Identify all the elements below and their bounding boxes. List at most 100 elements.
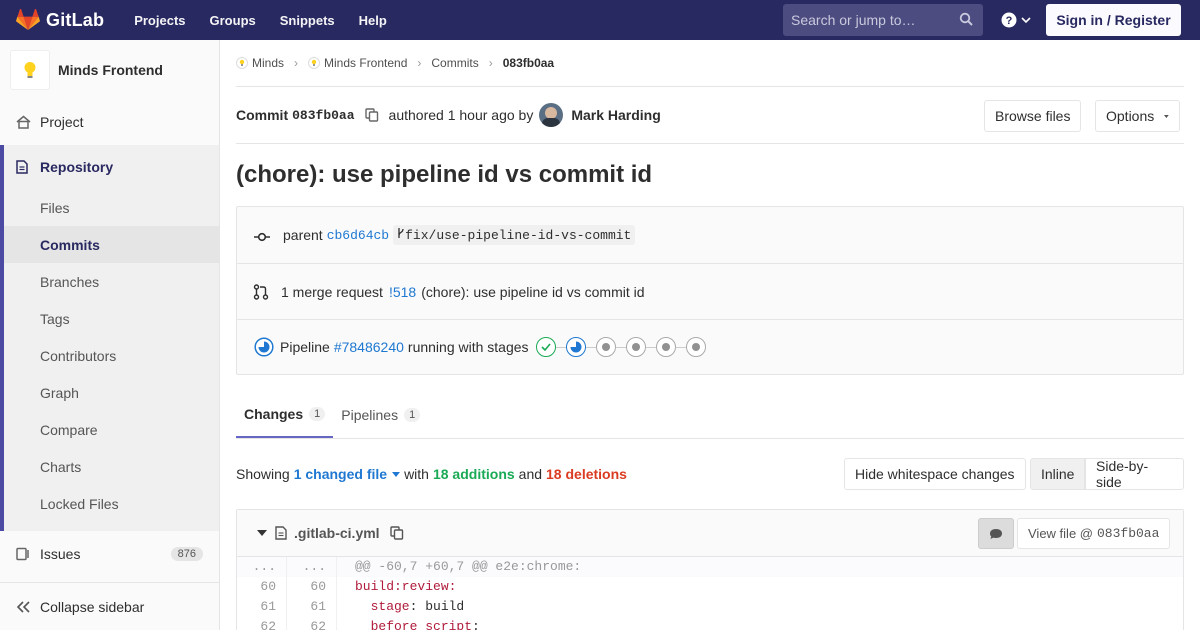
commit-tabs: Changes 1 Pipelines 1 bbox=[236, 375, 1184, 439]
copy-icon[interactable] bbox=[364, 108, 379, 122]
deletions-count: 18 deletions bbox=[546, 466, 627, 482]
hide-whitespace-button[interactable]: Hide whitespace changes bbox=[844, 458, 1026, 490]
collapse-caret-icon[interactable] bbox=[257, 530, 267, 536]
side-by-side-button[interactable]: Side-by-side bbox=[1085, 458, 1184, 490]
branch-ref[interactable]: fix/use-pipeline-id-vs-commit bbox=[393, 225, 636, 245]
hunk-header: @@ -60,7 +60,7 @@ e2e:chrome: bbox=[355, 559, 582, 574]
gitlab-logo[interactable]: GitLab bbox=[16, 9, 104, 31]
old-line-number[interactable]: 60 bbox=[237, 577, 287, 597]
breadcrumb-minds[interactable]: Minds bbox=[252, 56, 284, 70]
changed-files-dropdown[interactable]: 1 changed file bbox=[293, 466, 401, 482]
sidebar-subitem-compare[interactable]: Compare bbox=[4, 411, 219, 448]
sidebar-item-issues[interactable]: Issues 876 bbox=[0, 534, 219, 574]
new-line-number[interactable]: 61 bbox=[287, 597, 337, 617]
diff-file: .gitlab-ci.yml View file @ 083fb0aa ... … bbox=[236, 509, 1184, 630]
old-line-number[interactable]: ... bbox=[237, 557, 287, 577]
chevron-right-icon: › bbox=[294, 56, 299, 70]
parent-sha-link[interactable]: cb6d64cb bbox=[327, 228, 389, 243]
branch-icon bbox=[398, 228, 404, 238]
old-line-number[interactable]: 62 bbox=[237, 617, 287, 630]
breadcrumb-minds-frontend[interactable]: Minds Frontend bbox=[324, 56, 407, 70]
comments-toggle-button[interactable] bbox=[978, 518, 1014, 549]
sidebar-item-project[interactable]: Project bbox=[0, 102, 219, 142]
collapse-sidebar-button[interactable]: Collapse sidebar bbox=[0, 582, 219, 630]
tab-pipelines[interactable]: Pipelines 1 bbox=[333, 391, 428, 438]
changed-files-label: 1 changed file bbox=[293, 466, 388, 482]
pipeline-label: Pipeline bbox=[280, 339, 330, 355]
view-file-button[interactable]: View file @ 083fb0aa bbox=[1017, 518, 1171, 549]
tab-label: Pipelines bbox=[341, 406, 399, 423]
sidebar-item-repository[interactable]: Repository bbox=[4, 145, 219, 189]
sidebar-subitem-branches[interactable]: Branches bbox=[4, 263, 219, 300]
with-text: with bbox=[404, 466, 429, 482]
parent-label: parent bbox=[283, 227, 323, 243]
sidebar-subitem-charts[interactable]: Charts bbox=[4, 448, 219, 485]
stage-created-icon[interactable] bbox=[685, 337, 706, 357]
commit-node-icon bbox=[254, 232, 270, 242]
inline-view-button[interactable]: Inline bbox=[1030, 458, 1086, 490]
help-dropdown[interactable]: ? bbox=[1001, 12, 1031, 28]
stage-running-icon[interactable] bbox=[565, 337, 586, 357]
author-name[interactable]: Mark Harding bbox=[571, 107, 660, 123]
breadcrumb-current[interactable]: 083fb0aa bbox=[503, 56, 554, 70]
old-line-number[interactable]: 61 bbox=[237, 597, 287, 617]
sign-in-button[interactable]: Sign in / Register bbox=[1046, 4, 1181, 36]
copy-icon[interactable] bbox=[389, 526, 404, 540]
stage-created-icon[interactable] bbox=[625, 337, 646, 357]
breadcrumb-commits[interactable]: Commits bbox=[431, 56, 478, 70]
tab-changes[interactable]: Changes 1 bbox=[236, 391, 334, 438]
sidebar-subitem-locked-files[interactable]: Locked Files bbox=[4, 485, 219, 522]
nav-help[interactable]: Help bbox=[359, 13, 387, 28]
question-icon: ? bbox=[1001, 12, 1017, 28]
file-name[interactable]: .gitlab-ci.yml bbox=[294, 525, 380, 541]
pipeline-link[interactable]: #78486240 bbox=[334, 339, 404, 355]
sidebar-subitem-commits[interactable]: Commits bbox=[4, 226, 219, 263]
sidebar-subitem-files[interactable]: Files bbox=[4, 189, 219, 226]
document-icon bbox=[16, 160, 32, 174]
diff-line: 61 61 stage: build bbox=[237, 597, 1183, 617]
browse-files-button[interactable]: Browse files bbox=[984, 100, 1082, 132]
nav-projects[interactable]: Projects bbox=[134, 13, 185, 28]
commit-title: (chore): use pipeline id vs commit id bbox=[236, 161, 653, 188]
stage-success-icon[interactable] bbox=[535, 337, 556, 357]
stage-created-icon[interactable] bbox=[655, 337, 676, 357]
commit-info-box: parent cb6d64cb fix/use-pipeline-id-vs-c… bbox=[236, 206, 1184, 375]
merge-request-count: 1 merge request bbox=[281, 283, 383, 300]
nav-snippets[interactable]: Snippets bbox=[280, 13, 335, 28]
svg-text:?: ? bbox=[1006, 15, 1013, 27]
tab-label: Changes bbox=[244, 405, 304, 422]
sidebar-item-label: Repository bbox=[40, 159, 114, 175]
sidebar-subitem-tags[interactable]: Tags bbox=[4, 300, 219, 337]
additions-count: 18 additions bbox=[432, 466, 515, 482]
options-dropdown[interactable]: Options bbox=[1095, 100, 1180, 132]
new-line-number[interactable]: 60 bbox=[287, 577, 337, 597]
merge-request-row: 1 merge request !518 (chore): use pipeli… bbox=[237, 263, 1183, 319]
pipeline-status-text: running with stages bbox=[407, 339, 529, 355]
nav-groups[interactable]: Groups bbox=[210, 13, 256, 28]
sidebar-subitem-contributors[interactable]: Contributors bbox=[4, 337, 219, 374]
merge-request-link[interactable]: !518 bbox=[389, 284, 416, 300]
nav-links: Projects Groups Snippets Help bbox=[134, 13, 411, 28]
diff-hunk-line: ... ... @@ -60,7 +60,7 @@ e2e:chrome: bbox=[237, 557, 1183, 577]
sidebar-subitem-graph[interactable]: Graph bbox=[4, 374, 219, 411]
home-icon bbox=[16, 115, 32, 129]
project-header[interactable]: Minds Frontend bbox=[0, 40, 219, 100]
new-line-number[interactable]: ... bbox=[287, 557, 337, 577]
pipeline-running-icon[interactable] bbox=[254, 337, 274, 357]
diff-stats-bar: Showing 1 changed file with 18 additions… bbox=[236, 439, 1184, 509]
search-input[interactable] bbox=[791, 12, 951, 28]
branch-name: fix/use-pipeline-id-vs-commit bbox=[405, 228, 632, 243]
stage-created-icon[interactable] bbox=[595, 337, 616, 357]
sidebar: Minds Frontend Project Repository Files … bbox=[0, 40, 220, 630]
diff-file-header: .gitlab-ci.yml View file @ 083fb0aa bbox=[237, 510, 1183, 557]
collapse-label: Collapse sidebar bbox=[40, 598, 145, 615]
top-navbar: GitLab Projects Groups Snippets Help ? S… bbox=[0, 0, 1200, 40]
sidebar-item-label: Issues bbox=[40, 546, 81, 562]
issues-icon bbox=[16, 547, 32, 561]
pipeline-stages bbox=[535, 337, 706, 357]
new-line-number[interactable]: 62 bbox=[287, 617, 337, 630]
group-avatar-icon bbox=[236, 57, 248, 69]
search-box[interactable] bbox=[783, 4, 983, 36]
parent-row: parent cb6d64cb fix/use-pipeline-id-vs-c… bbox=[237, 207, 1183, 263]
author-avatar[interactable] bbox=[539, 103, 564, 127]
